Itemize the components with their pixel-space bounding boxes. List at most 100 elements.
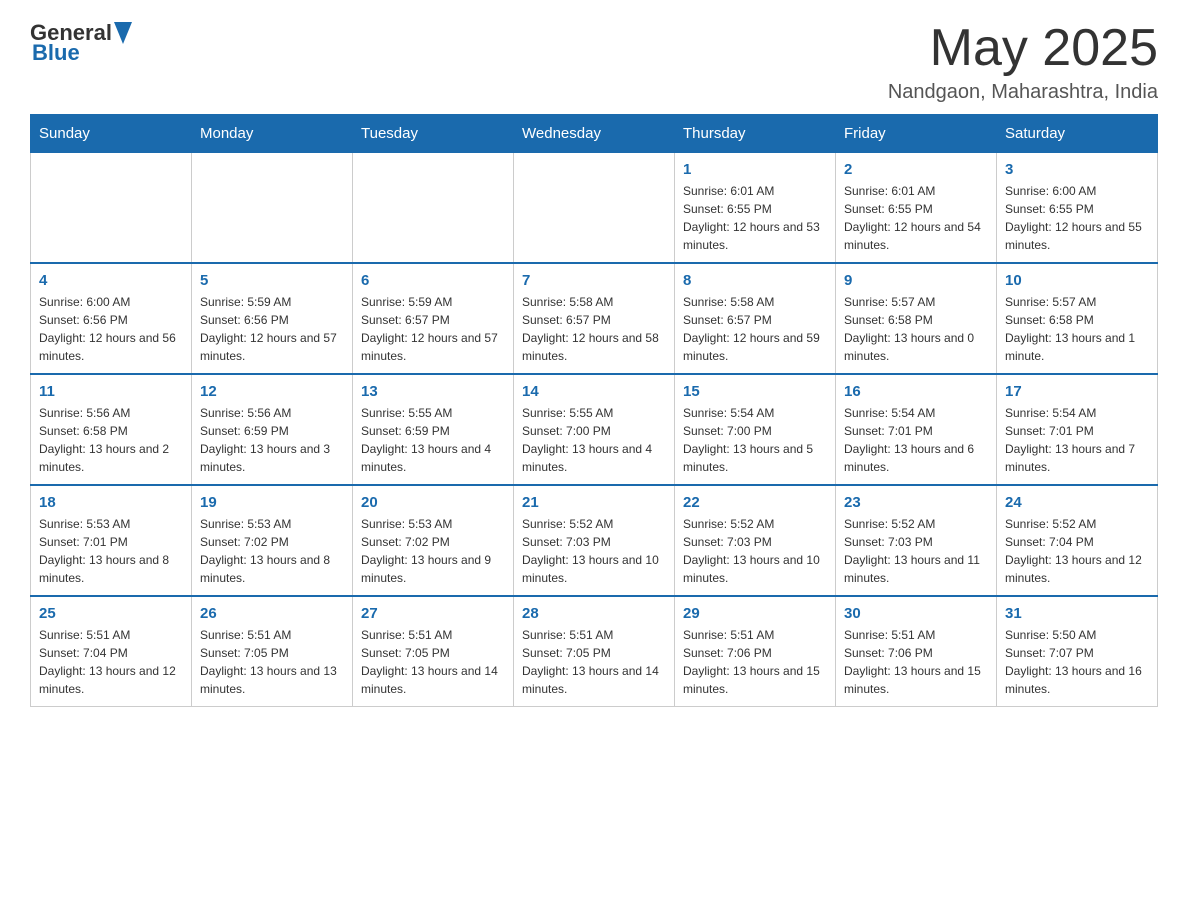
calendar-cell: 26 Sunrise: 5:51 AMSunset: 7:05 PMDayligh… <box>192 596 353 707</box>
calendar-cell: 24 Sunrise: 5:52 AMSunset: 7:04 PMDayligh… <box>997 485 1158 596</box>
day-info: Sunrise: 5:51 AMSunset: 7:05 PMDaylight:… <box>361 626 505 698</box>
weekday-header-sunday: Sunday <box>31 115 192 153</box>
day-info: Sunrise: 5:58 AMSunset: 6:57 PMDaylight:… <box>522 293 666 365</box>
calendar-cell: 29Sunrise: 5:51 AMSunset: 7:06 PMDayligh… <box>675 596 836 707</box>
day-info: Sunrise: 5:56 AMSunset: 6:58 PMDaylight:… <box>39 404 183 476</box>
weekday-header-tuesday: Tuesday <box>353 115 514 153</box>
calendar-cell: 1 Sunrise: 6:01 AMSunset: 6:55 PMDaylight… <box>675 153 836 264</box>
day-info: Sunrise: 5:58 AMSunset: 6:57 PMDaylight:… <box>683 293 827 365</box>
page-header: General Blue May 2025 Nandgaon, Maharash… <box>30 20 1158 104</box>
day-number: 3 <box>1005 161 1149 178</box>
day-info: Sunrise: 6:00 AMSunset: 6:56 PMDaylight:… <box>39 293 183 365</box>
day-number: 19 <box>200 494 344 511</box>
calendar-cell: 12 Sunrise: 5:56 AMSunset: 6:59 PMDayligh… <box>192 374 353 485</box>
day-info: Sunrise: 6:01 AMSunset: 6:55 PMDaylight:… <box>844 182 988 254</box>
day-info: Sunrise: 5:55 AMSunset: 6:59 PMDaylight:… <box>361 404 505 476</box>
calendar-cell: 6 Sunrise: 5:59 AMSunset: 6:57 PMDaylight… <box>353 263 514 374</box>
calendar-cell: 19Sunrise: 5:53 AMSunset: 7:02 PMDayligh… <box>192 485 353 596</box>
day-number: 23 <box>844 494 988 511</box>
day-info: Sunrise: 5:54 AMSunset: 7:00 PMDaylight:… <box>683 404 827 476</box>
calendar-cell: 23 Sunrise: 5:52 AMSunset: 7:03 PMDayligh… <box>836 485 997 596</box>
day-number: 6 <box>361 272 505 289</box>
calendar-cell: 17 Sunrise: 5:54 AMSunset: 7:01 PMDayligh… <box>997 374 1158 485</box>
calendar-cell <box>31 153 192 264</box>
calendar-cell: 27 Sunrise: 5:51 AMSunset: 7:05 PMDayligh… <box>353 596 514 707</box>
day-number: 24 <box>1005 494 1149 511</box>
day-number: 26 <box>200 605 344 622</box>
weekday-header-friday: Friday <box>836 115 997 153</box>
calendar-cell: 21 Sunrise: 5:52 AMSunset: 7:03 PMDayligh… <box>514 485 675 596</box>
day-info: Sunrise: 5:51 AMSunset: 7:05 PMDaylight:… <box>200 626 344 698</box>
day-number: 28 <box>522 605 666 622</box>
calendar-cell: 10 Sunrise: 5:57 AMSunset: 6:58 PMDayligh… <box>997 263 1158 374</box>
calendar-cell: 18Sunrise: 5:53 AMSunset: 7:01 PMDayligh… <box>31 485 192 596</box>
day-number: 30 <box>844 605 988 622</box>
day-info: Sunrise: 5:51 AMSunset: 7:04 PMDaylight:… <box>39 626 183 698</box>
weekday-header-monday: Monday <box>192 115 353 153</box>
month-title: May 2025 <box>888 20 1158 77</box>
day-info: Sunrise: 5:57 AMSunset: 6:58 PMDaylight:… <box>844 293 988 365</box>
calendar-cell: 3 Sunrise: 6:00 AMSunset: 6:55 PMDaylight… <box>997 153 1158 264</box>
day-number: 10 <box>1005 272 1149 289</box>
day-info: Sunrise: 5:57 AMSunset: 6:58 PMDaylight:… <box>1005 293 1149 365</box>
weekday-header-wednesday: Wednesday <box>514 115 675 153</box>
calendar-cell: 2 Sunrise: 6:01 AMSunset: 6:55 PMDaylight… <box>836 153 997 264</box>
calendar-cell: 4Sunrise: 6:00 AMSunset: 6:56 PMDaylight… <box>31 263 192 374</box>
day-number: 2 <box>844 161 988 178</box>
day-number: 5 <box>200 272 344 289</box>
day-number: 16 <box>844 383 988 400</box>
day-number: 18 <box>39 494 183 511</box>
day-number: 31 <box>1005 605 1149 622</box>
calendar-cell <box>514 153 675 264</box>
day-info: Sunrise: 6:00 AMSunset: 6:55 PMDaylight:… <box>1005 182 1149 254</box>
day-info: Sunrise: 5:54 AMSunset: 7:01 PMDaylight:… <box>844 404 988 476</box>
calendar-cell: 11 Sunrise: 5:56 AMSunset: 6:58 PMDayligh… <box>31 374 192 485</box>
day-number: 9 <box>844 272 988 289</box>
calendar-cell: 20 Sunrise: 5:53 AMSunset: 7:02 PMDayligh… <box>353 485 514 596</box>
calendar-cell: 28 Sunrise: 5:51 AMSunset: 7:05 PMDayligh… <box>514 596 675 707</box>
day-info: Sunrise: 5:51 AMSunset: 7:06 PMDaylight:… <box>683 626 827 698</box>
calendar-week-row: 18Sunrise: 5:53 AMSunset: 7:01 PMDayligh… <box>31 485 1158 596</box>
day-number: 20 <box>361 494 505 511</box>
day-info: Sunrise: 5:53 AMSunset: 7:02 PMDaylight:… <box>361 515 505 587</box>
day-info: Sunrise: 5:52 AMSunset: 7:03 PMDaylight:… <box>522 515 666 587</box>
day-number: 17 <box>1005 383 1149 400</box>
calendar-cell: 9 Sunrise: 5:57 AMSunset: 6:58 PMDaylight… <box>836 263 997 374</box>
calendar-cell <box>192 153 353 264</box>
day-info: Sunrise: 6:01 AMSunset: 6:55 PMDaylight:… <box>683 182 827 254</box>
calendar-header-row: SundayMondayTuesdayWednesdayThursdayFrid… <box>31 115 1158 153</box>
day-info: Sunrise: 5:52 AMSunset: 7:03 PMDaylight:… <box>844 515 988 587</box>
day-number: 8 <box>683 272 827 289</box>
day-info: Sunrise: 5:52 AMSunset: 7:03 PMDaylight:… <box>683 515 827 587</box>
calendar-cell: 22Sunrise: 5:52 AMSunset: 7:03 PMDayligh… <box>675 485 836 596</box>
weekday-header-thursday: Thursday <box>675 115 836 153</box>
calendar-cell: 14Sunrise: 5:55 AMSunset: 7:00 PMDayligh… <box>514 374 675 485</box>
day-info: Sunrise: 5:59 AMSunset: 6:57 PMDaylight:… <box>361 293 505 365</box>
calendar-week-row: 25 Sunrise: 5:51 AMSunset: 7:04 PMDayligh… <box>31 596 1158 707</box>
calendar-cell: 25 Sunrise: 5:51 AMSunset: 7:04 PMDayligh… <box>31 596 192 707</box>
calendar-week-row: 11 Sunrise: 5:56 AMSunset: 6:58 PMDayligh… <box>31 374 1158 485</box>
day-info: Sunrise: 5:54 AMSunset: 7:01 PMDaylight:… <box>1005 404 1149 476</box>
day-number: 12 <box>200 383 344 400</box>
day-info: Sunrise: 5:51 AMSunset: 7:05 PMDaylight:… <box>522 626 666 698</box>
day-number: 21 <box>522 494 666 511</box>
logo-blue: Blue <box>32 40 80 66</box>
calendar-week-row: 1 Sunrise: 6:01 AMSunset: 6:55 PMDaylight… <box>31 153 1158 264</box>
day-info: Sunrise: 5:56 AMSunset: 6:59 PMDaylight:… <box>200 404 344 476</box>
day-number: 27 <box>361 605 505 622</box>
day-number: 14 <box>522 383 666 400</box>
day-info: Sunrise: 5:51 AMSunset: 7:06 PMDaylight:… <box>844 626 988 698</box>
day-number: 1 <box>683 161 827 178</box>
calendar-cell: 16 Sunrise: 5:54 AMSunset: 7:01 PMDayligh… <box>836 374 997 485</box>
calendar-cell: 13Sunrise: 5:55 AMSunset: 6:59 PMDayligh… <box>353 374 514 485</box>
calendar-week-row: 4Sunrise: 6:00 AMSunset: 6:56 PMDaylight… <box>31 263 1158 374</box>
day-info: Sunrise: 5:59 AMSunset: 6:56 PMDaylight:… <box>200 293 344 365</box>
calendar-cell <box>353 153 514 264</box>
day-number: 7 <box>522 272 666 289</box>
day-number: 25 <box>39 605 183 622</box>
day-number: 11 <box>39 383 183 400</box>
logo-triangle-icon <box>114 22 132 44</box>
day-info: Sunrise: 5:50 AMSunset: 7:07 PMDaylight:… <box>1005 626 1149 698</box>
day-info: Sunrise: 5:52 AMSunset: 7:04 PMDaylight:… <box>1005 515 1149 587</box>
calendar-cell: 8 Sunrise: 5:58 AMSunset: 6:57 PMDaylight… <box>675 263 836 374</box>
